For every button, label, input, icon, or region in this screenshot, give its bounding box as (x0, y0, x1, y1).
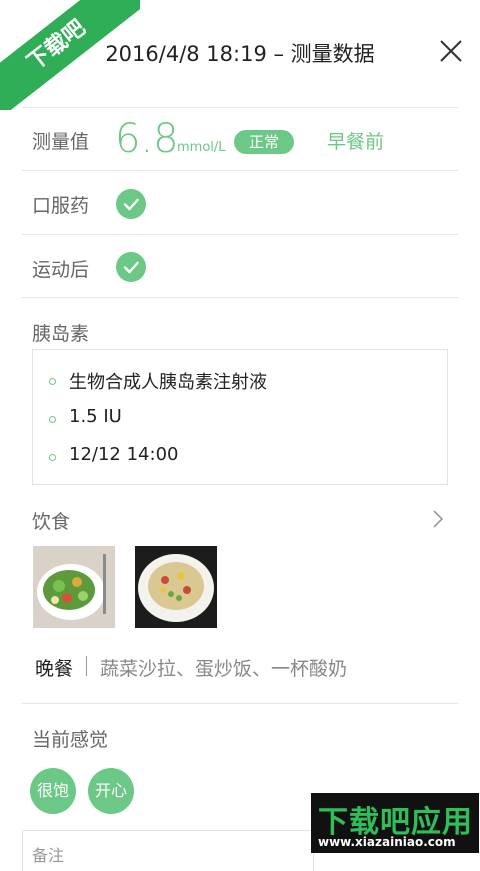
reading-unit: mmol/L (177, 140, 226, 155)
insulin-label: 胰岛素 (32, 323, 90, 345)
note-label: 备注 (32, 846, 65, 865)
exercise-label: 运动后 (32, 259, 90, 281)
insulin-drug-name: 生物合成人胰岛素注射液 (69, 372, 267, 393)
medication-checkbox[interactable] (116, 189, 146, 219)
check-icon (123, 261, 139, 274)
meal-time-label[interactable]: 早餐前 (327, 127, 384, 154)
feeling-chip-happy[interactable]: 开心 (88, 768, 134, 814)
reading-label: 测量值 (32, 131, 90, 153)
feeling-chip-full[interactable]: 很饱 (30, 768, 76, 814)
close-icon (440, 40, 462, 62)
divider (22, 234, 458, 235)
divider (22, 703, 458, 704)
exercise-checkbox[interactable] (116, 252, 146, 282)
insulin-dose: 1.5 IU (69, 406, 122, 427)
close-button[interactable] (436, 36, 466, 66)
divider (22, 170, 458, 171)
bullet-icon (49, 416, 56, 423)
brand-watermark-url: www.xiazainiao.com (318, 835, 456, 849)
watermark-ribbon: 下载吧 (0, 0, 140, 110)
reading-value: 6.8 (115, 116, 179, 162)
feeling-label: 当前感觉 (32, 729, 109, 751)
insulin-card[interactable]: 生物合成人胰岛素注射液 1.5 IU 12/12 14:00 (32, 349, 448, 485)
meal-name: 晚餐 (35, 658, 74, 680)
bullet-icon (49, 378, 56, 385)
meal-separator (86, 656, 87, 676)
watermark-ribbon-text: 下载吧 (0, 0, 140, 110)
status-badge: 正常 (234, 130, 294, 154)
check-icon (123, 198, 139, 211)
medication-label: 口服药 (32, 195, 90, 217)
meal-items: 蔬菜沙拉、蛋炒饭、一杯酸奶 (100, 658, 348, 680)
note-field[interactable] (22, 830, 314, 871)
fried-rice-photo[interactable] (135, 546, 217, 628)
bullet-icon (49, 454, 56, 461)
chevron-right-icon (433, 510, 444, 528)
diet-label: 饮食 (32, 511, 71, 533)
diet-detail-button[interactable] (428, 508, 448, 530)
divider (22, 297, 458, 298)
salad-photo[interactable] (33, 546, 115, 628)
insulin-time: 12/12 14:00 (69, 444, 179, 465)
